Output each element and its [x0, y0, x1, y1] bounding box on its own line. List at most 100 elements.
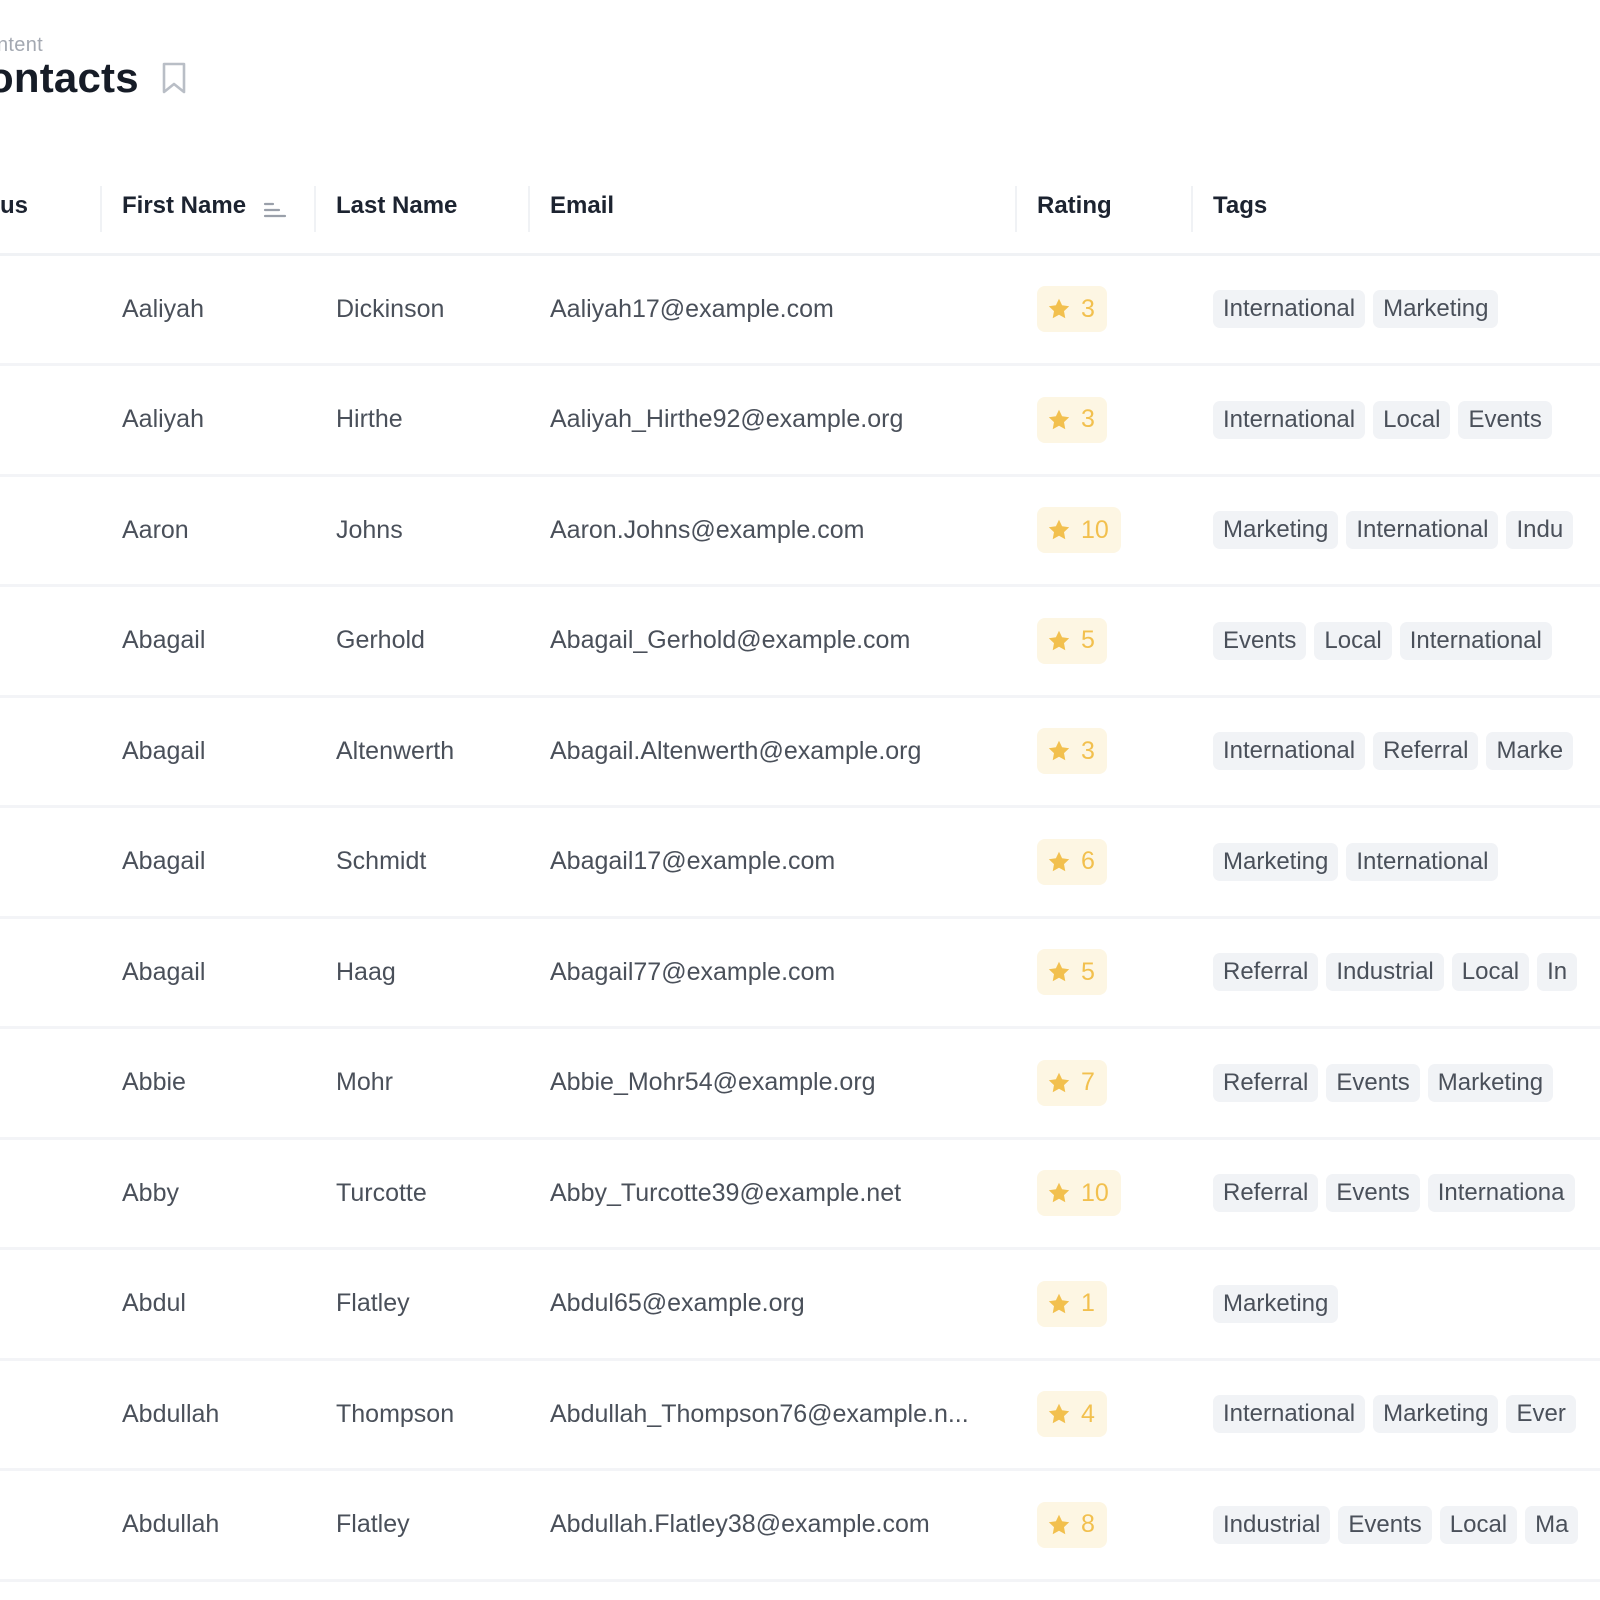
email-cell[interactable]: Abagail17@example.com [528, 806, 1015, 919]
tag-chip[interactable]: Events [1338, 1505, 1432, 1544]
rating-badge[interactable]: 3 [1037, 728, 1107, 775]
column-separator[interactable] [314, 186, 316, 232]
column-header-first-name[interactable]: First Name [100, 160, 314, 256]
tag-chip[interactable]: Marketing [1213, 842, 1339, 881]
tag-chip[interactable]: International [1399, 621, 1552, 660]
last-name-cell[interactable]: Schmidt [314, 806, 528, 919]
tag-chip[interactable]: Events [1213, 621, 1307, 660]
tag-chip[interactable]: Indu [1506, 511, 1574, 550]
last-name-cell[interactable]: Hirthe [314, 364, 528, 477]
last-name-cell[interactable]: Altenwerth [314, 696, 528, 808]
last-name-cell[interactable]: Flatley [314, 1469, 528, 1582]
tag-chip[interactable]: Industrial [1213, 1505, 1331, 1544]
tag-chip[interactable]: Marketing [1427, 1063, 1554, 1102]
table-row[interactable]: Aaliyah Hirthe Aaliyah_Hirthe92@example.or… [0, 364, 1600, 477]
tag-chip[interactable]: Industrial [1326, 953, 1444, 992]
tag-chip[interactable]: Local [1439, 1505, 1518, 1544]
column-header-email[interactable]: Email [528, 160, 1015, 256]
table-row[interactable]: Abagail Altenwerth Abagail.Altenwerth@exam… [0, 696, 1600, 808]
tag-chip[interactable]: Marketing [1213, 511, 1339, 550]
tag-chip[interactable]: Ever [1506, 1395, 1576, 1434]
rating-badge[interactable]: 10 [1037, 1170, 1121, 1217]
column-header-tags[interactable]: Tags [1191, 160, 1600, 256]
tag-chip[interactable]: Marke [1486, 732, 1574, 771]
column-separator[interactable] [1191, 186, 1193, 232]
first-name-cell[interactable]: Abby [100, 1138, 314, 1250]
tag-chip[interactable]: Marketing [1373, 1395, 1499, 1434]
table-row[interactable]: Abdullah Flatley Abdullah.Flatley38@exampl… [0, 1469, 1600, 1582]
last-name-cell[interactable]: Turcotte [314, 1138, 528, 1250]
table-row[interactable]: Abdul Flatley Abdul65@example.org 1 Marketin… [0, 1248, 1600, 1361]
rating-badge[interactable]: 1 [1037, 1280, 1107, 1327]
first-name-cell[interactable]: Aaliyah [100, 254, 314, 366]
tag-chip[interactable]: International [1346, 842, 1499, 881]
first-name-cell[interactable]: Abbie [100, 1027, 314, 1140]
last-name-cell[interactable]: Gerhold [314, 585, 528, 698]
rating-badge[interactable]: 5 [1037, 617, 1107, 664]
last-name-cell[interactable]: Dickinson [314, 254, 528, 366]
first-name-cell[interactable]: Abdul [100, 1248, 314, 1361]
last-name-cell[interactable]: Mohr [314, 1027, 528, 1140]
tag-chip[interactable]: Ma [1525, 1505, 1579, 1544]
first-name-cell[interactable]: Aaliyah [100, 364, 314, 477]
last-name-cell[interactable]: Johns [314, 475, 528, 587]
table-row[interactable]: Abagail Schmidt Abagail17@example.com 6 Mark… [0, 806, 1600, 919]
tag-chip[interactable]: Local [1314, 621, 1392, 660]
table-row[interactable]: Abdullah Thompson Abdullah_Thompson76@exam… [0, 1359, 1600, 1471]
rating-badge[interactable]: 7 [1037, 1059, 1107, 1106]
table-row[interactable]: Abby Turcotte Abby_Turcotte39@example.net 1… [0, 1138, 1600, 1250]
tag-chip[interactable]: Referral [1373, 732, 1479, 771]
tag-chip[interactable]: Referral [1213, 953, 1319, 992]
table-row[interactable]: Abbie Mohr Abbie_Mohr54@example.org 7 Referr… [0, 1027, 1600, 1140]
email-cell[interactable]: Abby_Turcotte39@example.net [528, 1138, 1015, 1250]
email-cell[interactable]: Abdullah.Flatley38@example.com [528, 1469, 1015, 1582]
email-cell[interactable]: Abagail77@example.com [528, 917, 1015, 1029]
column-header-status[interactable]: us [0, 160, 100, 256]
tag-chip[interactable]: International [1346, 511, 1499, 550]
tag-chip[interactable]: Local [1451, 953, 1530, 992]
email-cell[interactable]: Aaron.Johns@example.com [528, 475, 1015, 587]
first-name-cell[interactable]: Abdullah [100, 1469, 314, 1582]
table-row[interactable]: Aaron Johns Aaron.Johns@example.com 10 Marke… [0, 475, 1600, 587]
rating-badge[interactable]: 8 [1037, 1501, 1107, 1548]
tag-chip[interactable]: Marketing [1213, 1284, 1339, 1323]
rating-badge[interactable]: 3 [1037, 396, 1107, 443]
tag-chip[interactable]: Internationa [1427, 1174, 1575, 1213]
rating-badge[interactable]: 5 [1037, 949, 1107, 996]
tag-chip[interactable]: Referral [1213, 1174, 1319, 1213]
tag-chip[interactable]: International [1213, 732, 1366, 771]
tag-chip[interactable]: Events [1458, 400, 1552, 439]
table-row[interactable]: Abagail Haag Abagail77@example.com 5 Referra… [0, 917, 1600, 1029]
first-name-cell[interactable]: Abagail [100, 585, 314, 698]
column-separator[interactable] [100, 186, 102, 232]
email-cell[interactable]: Abagail.Altenwerth@example.org [528, 696, 1015, 808]
column-separator[interactable] [1015, 186, 1017, 232]
column-header-last-name[interactable]: Last Name [314, 160, 528, 256]
rating-badge[interactable]: 6 [1037, 838, 1107, 885]
column-header-rating[interactable]: Rating [1015, 160, 1191, 256]
sort-ascending-icon[interactable] [263, 198, 287, 218]
first-name-cell[interactable]: Abagail [100, 696, 314, 808]
tag-chip[interactable]: International [1213, 290, 1366, 329]
tag-chip[interactable]: Events [1326, 1174, 1420, 1213]
rating-badge[interactable]: 3 [1037, 286, 1107, 333]
first-name-cell[interactable]: Abagail [100, 917, 314, 1029]
first-name-cell[interactable]: Aaron [100, 475, 314, 587]
bookmark-icon[interactable] [161, 61, 187, 95]
email-cell[interactable]: Aaliyah17@example.com [528, 254, 1015, 366]
first-name-cell[interactable]: Abdullah [100, 1359, 314, 1471]
tag-chip[interactable]: Marketing [1373, 290, 1499, 329]
last-name-cell[interactable]: Flatley [314, 1248, 528, 1361]
column-separator[interactable] [528, 186, 530, 232]
tag-chip[interactable]: International [1213, 1395, 1366, 1434]
last-name-cell[interactable]: Thompson [314, 1359, 528, 1471]
tag-chip[interactable]: Events [1326, 1063, 1420, 1102]
tag-chip[interactable]: Referral [1213, 1063, 1319, 1102]
table-row[interactable]: Aaliyah Dickinson Aaliyah17@example.com 3 In… [0, 254, 1600, 366]
email-cell[interactable]: Abbie_Mohr54@example.org [528, 1027, 1015, 1140]
table-row[interactable]: Abagail Gerhold Abagail_Gerhold@example.co… [0, 585, 1600, 698]
email-cell[interactable]: Abdul65@example.org [528, 1248, 1015, 1361]
last-name-cell[interactable]: Haag [314, 917, 528, 1029]
tag-chip[interactable]: Local [1373, 400, 1451, 439]
first-name-cell[interactable]: Abagail [100, 806, 314, 919]
